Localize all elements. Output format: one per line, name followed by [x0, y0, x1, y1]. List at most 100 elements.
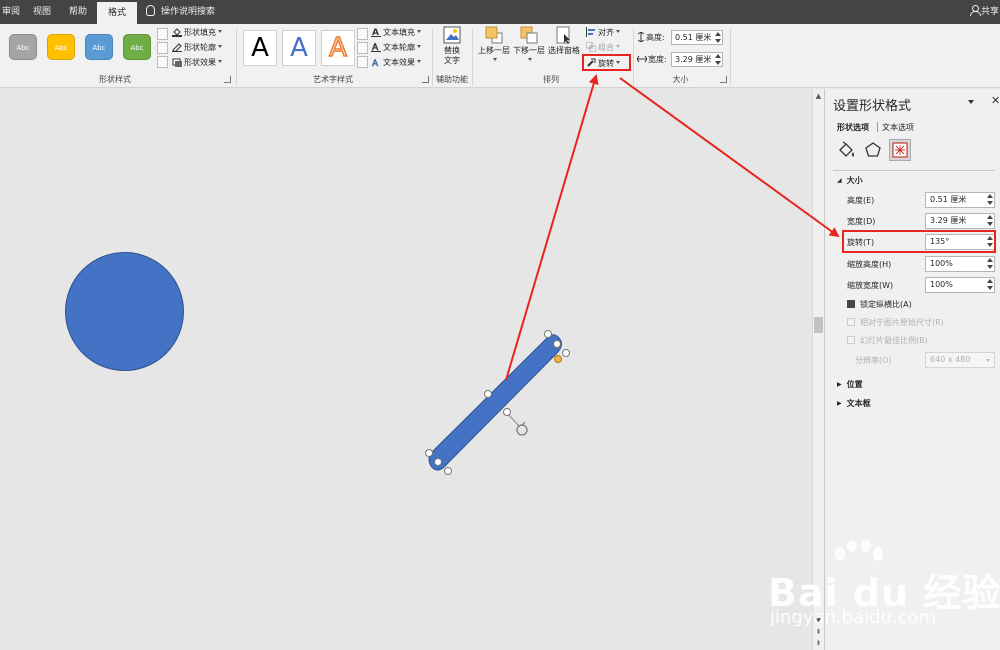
- expand-triangle-icon: ▶: [837, 400, 842, 407]
- spinner-icon[interactable]: [987, 258, 993, 269]
- tab-help[interactable]: 帮助: [62, 0, 94, 24]
- height-label-text: 高度:: [646, 33, 665, 42]
- pane-title: 设置形状格式: [833, 99, 912, 114]
- gallery-down-icon[interactable]: [157, 42, 168, 54]
- pane-scale-width-input[interactable]: 100%: [925, 277, 995, 293]
- shape-effects-icon: [172, 57, 182, 67]
- pane-scale-height-input[interactable]: 100%: [925, 256, 995, 272]
- selection-pane-icon: [555, 26, 573, 44]
- ribbon-height-input[interactable]: 0.51 厘米: [671, 30, 723, 45]
- scroll-up-icon[interactable]: ▲: [814, 91, 823, 101]
- shape-style-swatch-blue[interactable]: Abc: [85, 34, 113, 60]
- gallery-more-icon[interactable]: [157, 56, 168, 68]
- relative-original-checkbox[interactable]: 相对于图片原始尺寸(R): [847, 317, 944, 329]
- text-outline-button[interactable]: A 文本轮廓: [371, 41, 421, 55]
- text-fill-button[interactable]: A 文本填充: [371, 26, 421, 40]
- shape-effects-button[interactable]: 形状效果: [172, 56, 222, 70]
- send-backward-button[interactable]: 下移一层: [511, 26, 547, 72]
- tab-format[interactable]: 格式: [97, 2, 137, 24]
- person-icon: [970, 5, 981, 16]
- alt-text-button[interactable]: 替换 文字: [436, 26, 468, 72]
- spinner-icon[interactable]: [987, 215, 993, 226]
- ribbon-tab-bar: 审阅 视图 帮助 格式 操作说明搜索 共享: [0, 0, 1000, 24]
- shape-style-swatch-gray[interactable]: Abc: [9, 34, 37, 60]
- tell-me-search[interactable]: 操作说明搜索: [146, 0, 215, 24]
- spinner-icon[interactable]: [715, 54, 721, 65]
- tab-view[interactable]: 视图: [26, 0, 58, 24]
- align-label: 对齐: [598, 28, 614, 37]
- shape-style-swatch-green[interactable]: Abc: [123, 34, 151, 60]
- gallery-down-icon[interactable]: [357, 42, 368, 54]
- effects-pentagon-icon[interactable]: [862, 139, 884, 161]
- collapse-triangle-icon: ◢: [837, 177, 842, 184]
- alt-text-label-2: 文字: [444, 56, 460, 65]
- group-label-shape-styles: 形状样式: [99, 75, 131, 84]
- gallery-up-icon[interactable]: [357, 28, 368, 40]
- selection-pane-button[interactable]: 选择窗格: [546, 26, 582, 72]
- close-icon[interactable]: ✕: [991, 94, 1000, 107]
- group-button[interactable]: 组合: [585, 41, 620, 55]
- fill-line-icon[interactable]: [835, 139, 857, 161]
- gallery-more-icon[interactable]: [357, 56, 368, 68]
- height-icon: [637, 31, 645, 43]
- slide-canvas[interactable]: [0, 89, 812, 650]
- shape-fill-button[interactable]: 形状填充: [172, 26, 222, 40]
- group-divider: [236, 28, 237, 86]
- section-position[interactable]: ▶ 位置: [837, 379, 863, 390]
- dialog-launcher-icon[interactable]: [422, 76, 429, 83]
- scroll-thumb[interactable]: [814, 317, 823, 333]
- wordart-style-blue[interactable]: A: [282, 30, 316, 66]
- lock-aspect-checkbox[interactable]: 锁定纵横比(A): [847, 299, 912, 311]
- tab-shape-options[interactable]: 形状选项: [837, 122, 869, 133]
- pane-resolution-select[interactable]: 640 x 480: [925, 352, 995, 368]
- pencil-icon: [172, 42, 182, 53]
- expand-triangle-icon: ▶: [837, 381, 842, 388]
- section-size[interactable]: ◢ 大小: [837, 175, 863, 186]
- bring-forward-label: 上移一层: [478, 46, 510, 55]
- pane-width-value: 3.29 厘米: [930, 216, 967, 225]
- tab-text-options[interactable]: 文本选项: [882, 122, 914, 133]
- best-scale-checkbox[interactable]: 幻灯片最佳比例(B): [847, 335, 928, 347]
- swatch-text: Abc: [16, 44, 30, 52]
- ribbon-width-input[interactable]: 3.29 厘米: [671, 52, 723, 67]
- section-textbox[interactable]: ▶ 文本框: [837, 398, 871, 409]
- dialog-launcher-icon[interactable]: [224, 76, 231, 83]
- shape-outline-button[interactable]: 形状轮廓: [172, 41, 222, 55]
- pane-options-icon[interactable]: [968, 100, 974, 104]
- text-effects-button[interactable]: A 文本效果: [371, 56, 421, 70]
- rotated-bar-shape[interactable]: [428, 334, 562, 471]
- spinner-icon[interactable]: [715, 32, 721, 43]
- group-icon: [585, 41, 597, 53]
- text-effects-label: 文本效果: [383, 58, 415, 67]
- shape-style-gallery-scroll[interactable]: [157, 28, 168, 68]
- wordart-sample: A: [251, 33, 269, 63]
- rotate-handle-icon[interactable]: [516, 421, 528, 436]
- ribbon-width-row: 宽度: 3.29 厘米: [636, 52, 732, 68]
- shape-style-swatch-gold[interactable]: Abc: [47, 34, 75, 60]
- shape-adjust-handle[interactable]: [554, 355, 562, 363]
- bring-forward-button[interactable]: 上移一层: [476, 26, 512, 72]
- wordart-gallery-scroll[interactable]: [357, 28, 368, 68]
- svg-text:A: A: [372, 59, 379, 67]
- pane-resolution-label: 分辨率(O): [855, 356, 892, 365]
- swatch-text: Abc: [130, 44, 144, 52]
- baidu-watermark: Bai du 经验 jingyan.baidu.com: [760, 540, 1000, 650]
- swatch-text: Abc: [92, 44, 106, 52]
- pane-scale-width-value: 100%: [930, 280, 953, 289]
- dialog-launcher-icon[interactable]: [720, 76, 727, 83]
- width-label-text: 宽度:: [648, 55, 667, 64]
- svg-text:A: A: [372, 43, 379, 52]
- share-button[interactable]: 共享: [970, 0, 999, 24]
- spinner-icon[interactable]: [987, 194, 993, 205]
- wordart-sample: A: [328, 32, 347, 64]
- checkbox-checked-icon: [847, 300, 855, 308]
- align-button[interactable]: 对齐: [586, 26, 620, 40]
- tab-review[interactable]: 审阅: [0, 0, 22, 24]
- size-properties-icon[interactable]: [889, 139, 911, 161]
- wordart-style-orange-outline[interactable]: A: [321, 30, 355, 66]
- pane-height-input[interactable]: 0.51 厘米: [925, 192, 995, 208]
- gallery-up-icon[interactable]: [157, 28, 168, 40]
- wordart-style-black[interactable]: A: [243, 30, 277, 66]
- spinner-icon[interactable]: [987, 279, 993, 290]
- pane-width-input[interactable]: 3.29 厘米: [925, 213, 995, 229]
